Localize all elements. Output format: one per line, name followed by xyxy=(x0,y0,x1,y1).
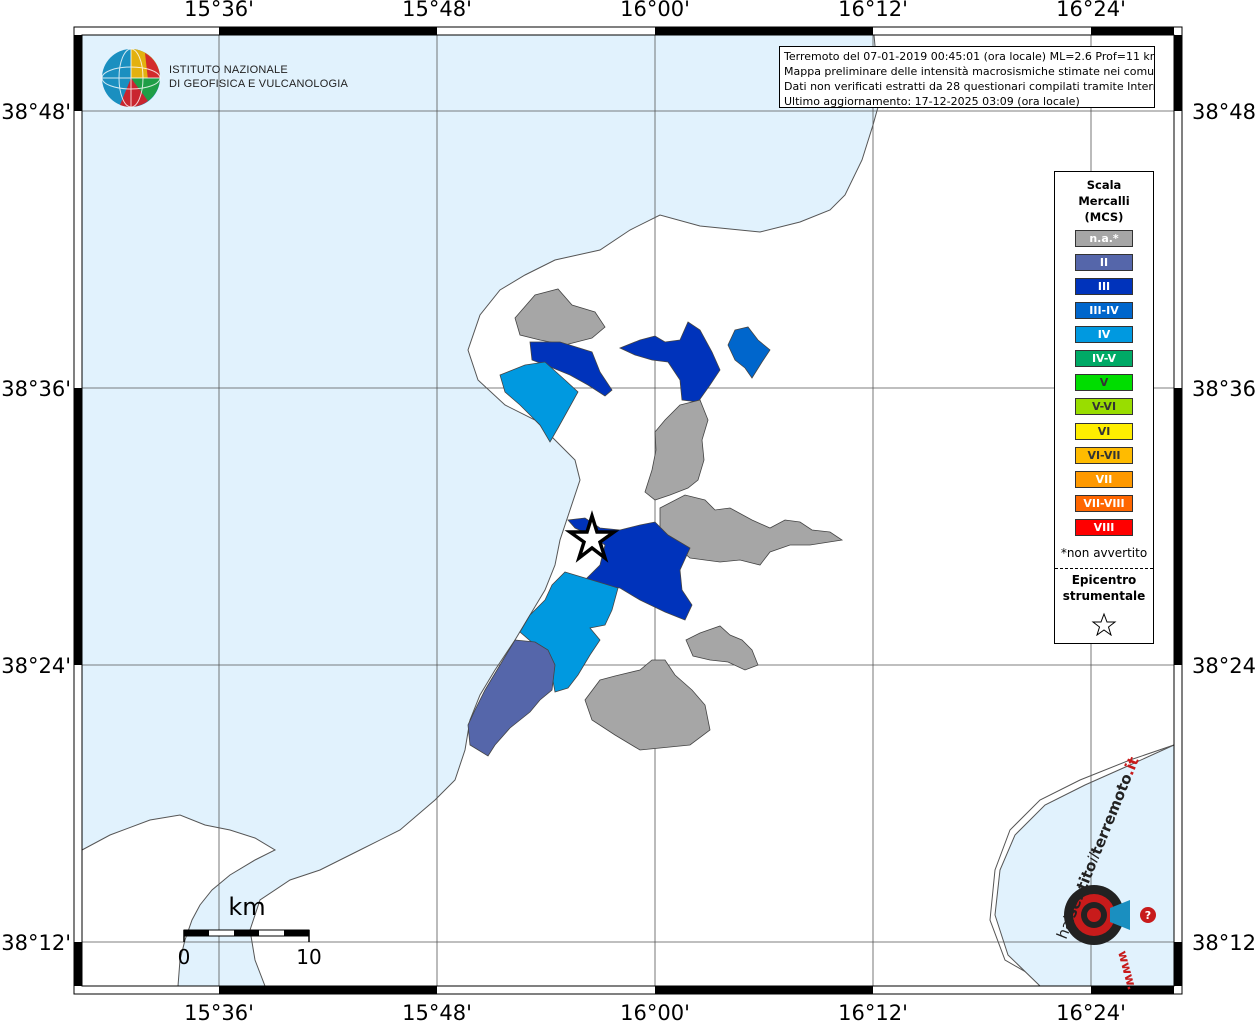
lon-label-top-2: 15°48' xyxy=(402,0,472,21)
lat-label-left-4: 38°12' xyxy=(1,931,71,955)
lon-label-bottom-4: 16°12' xyxy=(838,1001,908,1024)
mcs-legend: Scala Mercalli (MCS) n.a.* II III III-IV… xyxy=(1054,171,1154,644)
lat-label-right-1: 38°48' xyxy=(1192,100,1256,124)
legend-item-VIII: VIII xyxy=(1075,519,1133,536)
lon-label-bottom-3: 16°00' xyxy=(620,1001,690,1024)
legend-note: *non avvertito xyxy=(1060,546,1148,560)
legend-item-V: V xyxy=(1075,374,1133,391)
legend-epicenter-line1: Epicentro xyxy=(1071,573,1137,587)
lat-label-right-4: 38°12' xyxy=(1192,931,1256,955)
lon-label-top-4: 16°12' xyxy=(838,0,908,21)
legend-item-VII-VIII: VII-VIII xyxy=(1075,495,1133,512)
legend-title-line2: Mercalli xyxy=(1078,194,1130,208)
lon-label-top-5: 16°24' xyxy=(1056,0,1126,21)
legend-item-V-VI: V-VI xyxy=(1075,398,1133,415)
legend-item-III-IV: III-IV xyxy=(1075,302,1133,319)
event-info-line4: Ultimo aggiornamento: 17-12-2025 03:09 (… xyxy=(784,95,1080,108)
ingv-name-line1: ISTITUTO NAZIONALE xyxy=(169,64,288,76)
lat-label-left-3: 38°24' xyxy=(1,654,71,678)
legend-epicenter-line2: strumentale xyxy=(1062,589,1146,603)
lat-label-left-2: 38°36' xyxy=(1,377,71,401)
scale-unit: km xyxy=(228,893,265,921)
legend-item-IV-V: IV-V xyxy=(1075,350,1133,367)
legend-item-II: II xyxy=(1075,254,1133,271)
scale-max: 10 xyxy=(296,945,321,969)
legend-item-na: n.a.* xyxy=(1075,230,1133,247)
svg-text:?: ? xyxy=(1145,909,1151,922)
scale-min: 0 xyxy=(178,945,191,969)
legend-item-VI-VII: VI-VII xyxy=(1075,447,1133,464)
legend-separator xyxy=(1055,568,1153,569)
lon-label-top-3: 16°00' xyxy=(620,0,690,21)
legend-item-VI: VI xyxy=(1075,423,1133,440)
ingv-name: ISTITUTO NAZIONALE DI GEOFISICA E VULCAN… xyxy=(169,63,348,91)
ingv-name-line2: DI GEOFISICA E VULCANOLOGIA xyxy=(169,78,348,90)
legend-item-III: III xyxy=(1075,278,1133,295)
legend-item-IV: IV xyxy=(1075,326,1133,343)
legend-star-icon xyxy=(1091,612,1117,636)
lon-label-bottom-1: 15°36' xyxy=(184,1001,254,1024)
lat-label-left-1: 38°48' xyxy=(1,100,71,124)
legend-title-line3: (MCS) xyxy=(1084,210,1124,224)
lat-label-right-3: 38°24' xyxy=(1192,654,1256,678)
event-info-box: Terremoto del 07-01-2019 00:45:01 (ora l… xyxy=(779,46,1155,108)
lon-label-bottom-5: 16°24' xyxy=(1056,1001,1126,1024)
legend-item-VII: VII xyxy=(1075,471,1133,488)
legend-title: Scala Mercalli (MCS) xyxy=(1055,177,1153,225)
event-info-line1: Terremoto del 07-01-2019 00:45:01 (ora l… xyxy=(784,50,1155,63)
event-info-line2: Mappa preliminare delle intensità macros… xyxy=(784,65,1155,78)
lon-label-top-1: 15°36' xyxy=(184,0,254,21)
lat-label-right-2: 38°36' xyxy=(1192,377,1256,401)
event-info-line3: Dati non verificati estratti da 28 quest… xyxy=(784,80,1155,93)
legend-title-line1: Scala xyxy=(1086,178,1122,192)
lon-label-bottom-2: 15°48' xyxy=(402,1001,472,1024)
ingv-logo xyxy=(101,48,161,108)
legend-epicenter-label: Epicentro strumentale xyxy=(1055,572,1153,604)
